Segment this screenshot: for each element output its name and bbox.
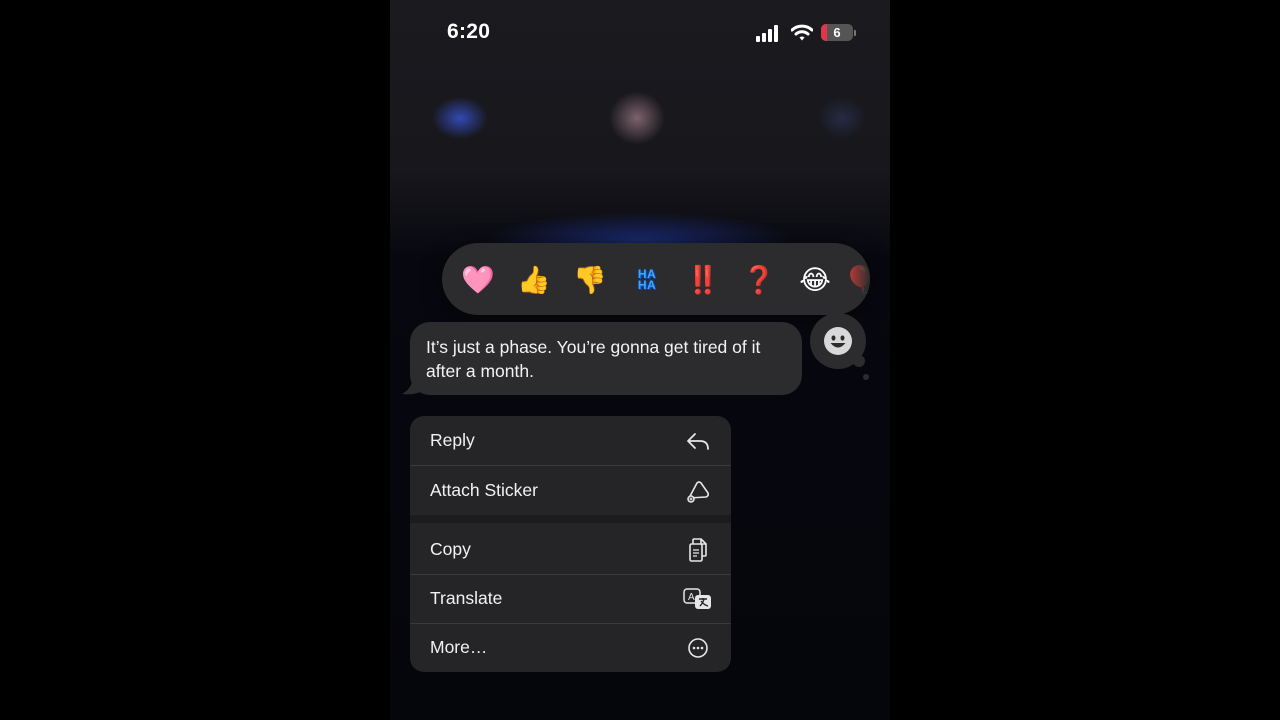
message-text: It’s just a phase. You’re gonna get tire… — [426, 337, 761, 381]
translate-icon: A — [683, 588, 711, 609]
sticker-icon — [687, 481, 710, 503]
menu-item-copy[interactable]: Copy — [410, 525, 731, 574]
sticker-bubble-tail-dot — [863, 374, 869, 380]
reaction-thumbs-up[interactable]: 👍 — [512, 258, 556, 302]
status-time: 6:20 — [447, 20, 491, 43]
thumbs-down-icon: 👎 — [573, 265, 607, 296]
tapback-reaction-bar: 🩷 👍 👎 HAHA ‼️ ❓ 😂 🎈 — [442, 243, 870, 315]
menu-item-label: More… — [430, 637, 488, 657]
phone-screen: 6:20 6 🩷 👍 👎 HAHA ‼️ ❓ 😂 🎈 — [390, 0, 890, 720]
heart-icon: 🩷 — [461, 265, 495, 296]
copy-icon — [689, 538, 707, 562]
status-bar: 6:20 6 — [390, 0, 890, 66]
smiley-sticker-icon — [824, 327, 852, 355]
menu-item-reply[interactable]: Reply — [410, 416, 731, 465]
thumbs-up-icon: 👍 — [517, 265, 551, 296]
menu-item-attach-sticker[interactable]: Attach Sticker — [410, 466, 731, 515]
reaction-heart[interactable]: 🩷 — [456, 258, 500, 302]
double-exclamation-icon: ‼️ — [686, 265, 720, 296]
reaction-tears-of-joy[interactable]: 😂 — [793, 258, 837, 302]
haha-icon: HA HA — [637, 267, 657, 292]
message-context-menu: Reply Attach Sticker Copy Translate A Mo… — [410, 416, 731, 672]
add-sticker-button[interactable] — [810, 313, 866, 369]
tears-of-joy-icon: 😂 — [799, 264, 831, 296]
battery-icon: 6 — [821, 24, 857, 42]
battery-level: 6 — [833, 25, 841, 40]
menu-item-label: Attach Sticker — [430, 480, 538, 500]
more-ellipsis-icon — [688, 638, 708, 658]
wifi-icon — [791, 24, 813, 41]
menu-item-translate[interactable]: Translate A — [410, 574, 731, 623]
question-mark-icon: ❓ — [742, 265, 776, 296]
menu-item-label: Reply — [430, 430, 475, 450]
menu-item-more[interactable]: More… — [410, 623, 731, 672]
reaction-haha[interactable]: HA HA — [625, 258, 669, 302]
cellular-signal-icon — [756, 25, 781, 42]
menu-group-separator — [410, 515, 731, 523]
reaction-thumbs-down[interactable]: 👎 — [568, 258, 612, 302]
menu-item-label: Copy — [430, 539, 471, 559]
reply-arrow-icon — [687, 433, 709, 450]
reaction-question[interactable]: ❓ — [737, 258, 781, 302]
reaction-bar-fade — [840, 243, 870, 315]
message-bubble[interactable]: It’s just a phase. You’re gonna get tire… — [410, 322, 802, 395]
svg-text:A: A — [688, 592, 695, 603]
reaction-exclamation[interactable]: ‼️ — [681, 258, 725, 302]
menu-item-label: Translate — [430, 588, 503, 608]
